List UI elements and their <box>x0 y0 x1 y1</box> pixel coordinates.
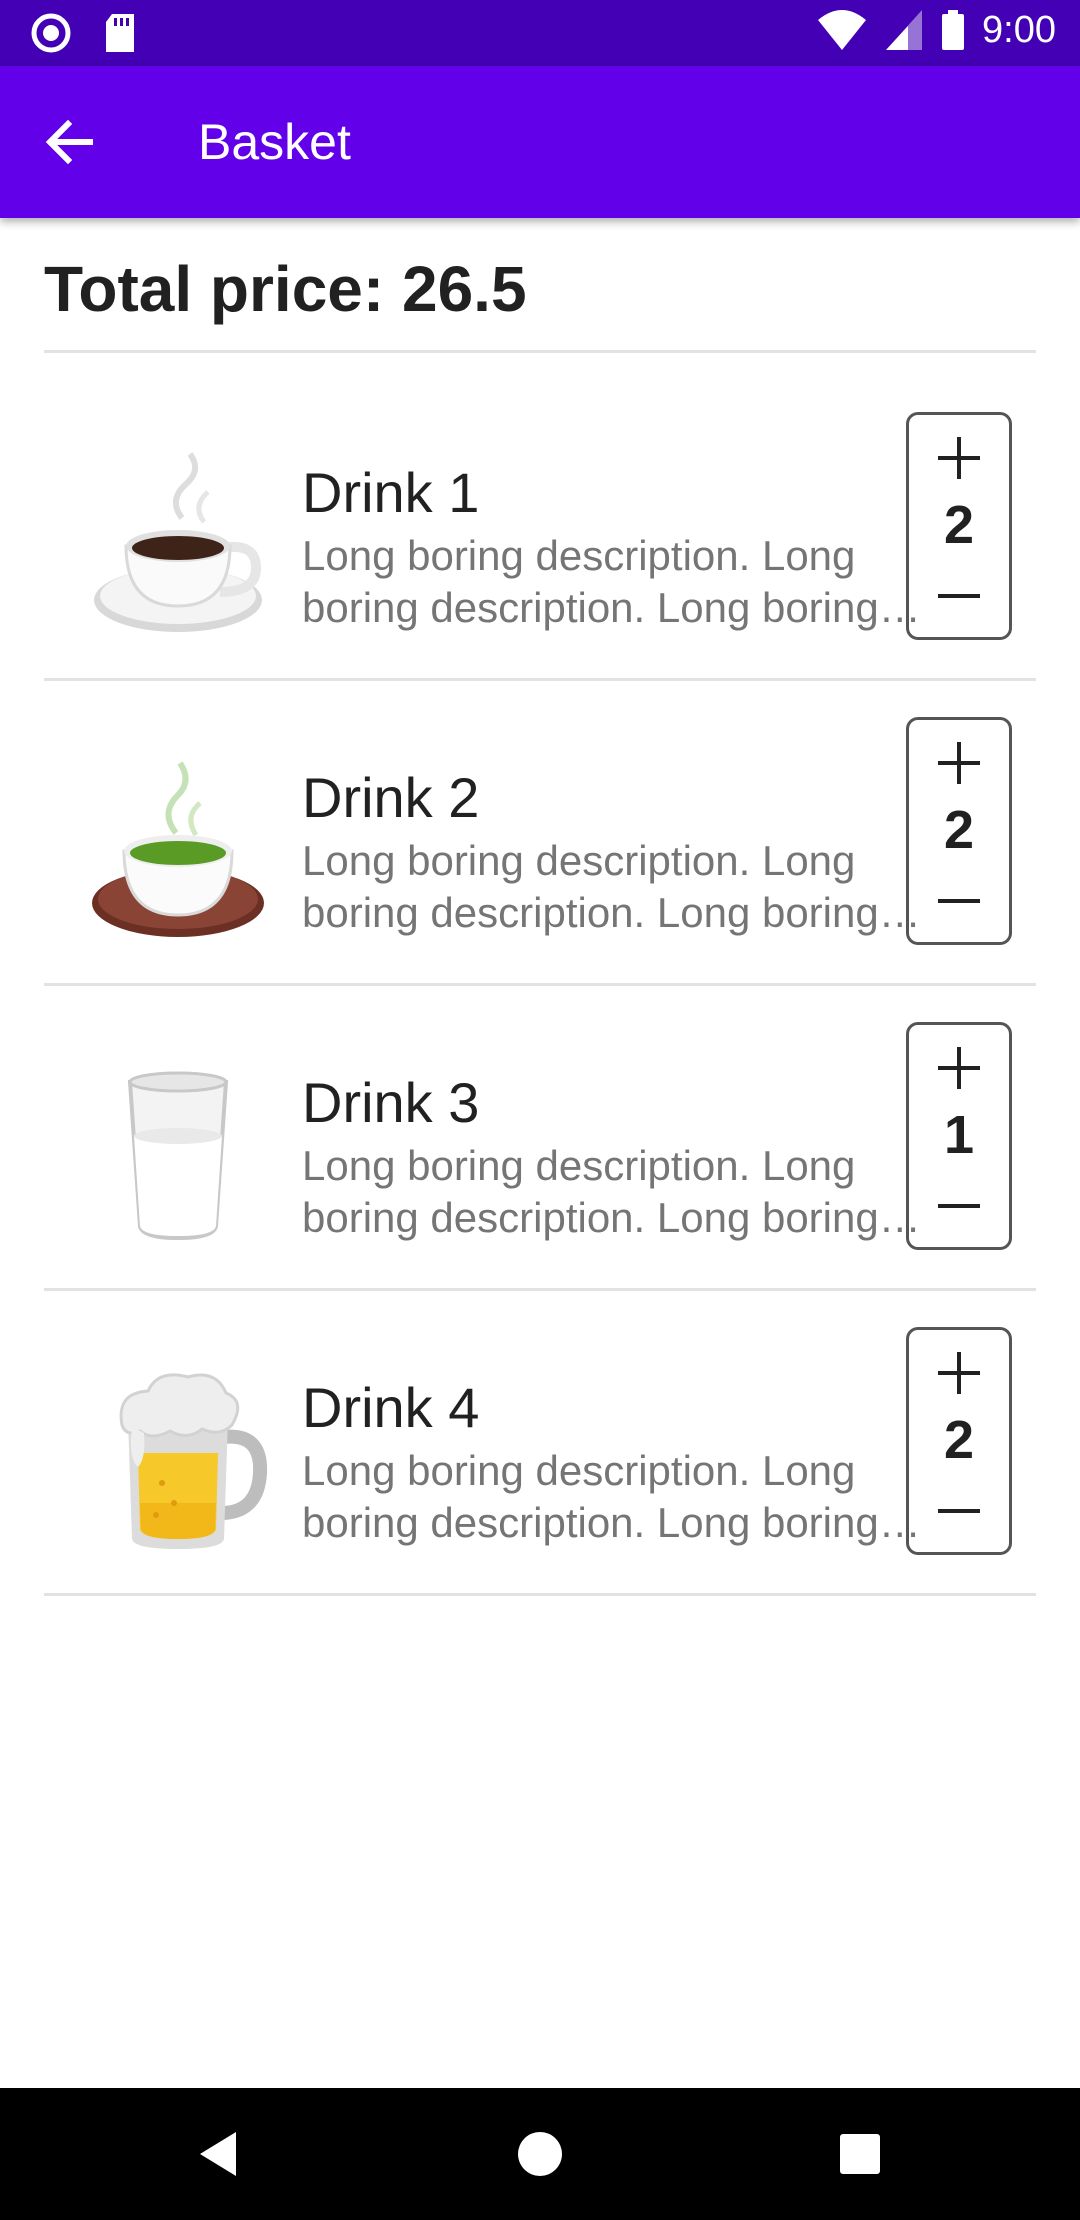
plus-icon <box>938 1352 980 1394</box>
nav-recents-button[interactable] <box>830 2124 890 2184</box>
home-circle-icon <box>518 2132 562 2176</box>
quantity-value: 1 <box>943 1105 975 1165</box>
basket-item: Drink 4 Long boring description. Long bo… <box>44 1313 1036 1615</box>
divider <box>44 1593 1036 1596</box>
minus-icon <box>938 899 980 903</box>
item-description: Long boring description. Long boring des… <box>302 1447 879 1546</box>
hot-coffee-icon <box>92 448 292 648</box>
total-price: Total price: 26.5 <box>44 253 527 325</box>
wifi-icon <box>818 10 867 50</box>
item-description: Long boring description. Long boring des… <box>302 1142 879 1241</box>
recents-square-icon <box>840 2134 880 2174</box>
minus-icon <box>938 1204 980 1208</box>
minus-icon <box>938 1509 980 1513</box>
plus-icon <box>938 1047 980 1089</box>
status-bar: 9:00 <box>0 0 1080 66</box>
back-triangle-icon <box>200 2132 236 2176</box>
divider <box>44 983 1036 986</box>
quantity-value: 2 <box>943 800 975 860</box>
divider <box>44 1288 1036 1291</box>
quantity-value: 2 <box>943 495 975 555</box>
divider <box>44 678 1036 681</box>
item-name: Drink 2 <box>302 766 480 829</box>
increase-button[interactable] <box>909 726 1009 796</box>
status-time: 9:00 <box>982 8 1056 51</box>
signal-icon <box>886 10 923 50</box>
quantity-stepper: 2 <box>906 1327 1012 1555</box>
page-title: Basket <box>198 114 351 170</box>
increase-button[interactable] <box>909 1336 1009 1406</box>
basket-item: Drink 1 Long boring description. Long bo… <box>44 398 1036 700</box>
nav-back-button[interactable] <box>190 2124 250 2184</box>
quantity-value: 2 <box>943 1410 975 1470</box>
item-description: Long boring description. Long boring des… <box>302 837 879 936</box>
item-name: Drink 4 <box>302 1376 480 1439</box>
decrease-button[interactable] <box>909 1476 1009 1546</box>
decrease-button[interactable] <box>909 561 1009 631</box>
nav-home-button[interactable] <box>510 2124 570 2184</box>
plus-icon <box>938 742 980 784</box>
battery-icon <box>942 10 965 50</box>
app-bar: Basket <box>0 66 1080 218</box>
basket-item: Drink 2 Long boring description. Long bo… <box>44 703 1036 1005</box>
minus-icon <box>938 594 980 598</box>
quantity-stepper: 2 <box>906 717 1012 945</box>
decrease-button[interactable] <box>909 1171 1009 1241</box>
divider <box>44 350 1036 353</box>
quantity-stepper: 1 <box>906 1022 1012 1250</box>
navigation-bar <box>0 2088 1080 2220</box>
increase-button[interactable] <box>909 1031 1009 1101</box>
item-description: Long boring description. Long boring des… <box>302 532 879 631</box>
sd-card-icon <box>106 14 134 52</box>
increase-button[interactable] <box>909 421 1009 491</box>
item-name: Drink 3 <box>302 1071 480 1134</box>
green-tea-icon <box>92 753 292 953</box>
basket-item: Drink 3 Long boring description. Long bo… <box>44 1008 1036 1310</box>
plus-icon <box>938 437 980 479</box>
item-name: Drink 1 <box>302 461 480 524</box>
back-button[interactable] <box>40 112 110 172</box>
quantity-stepper: 2 <box>906 412 1012 640</box>
record-icon <box>31 13 71 53</box>
decrease-button[interactable] <box>909 866 1009 936</box>
glass-of-milk-icon <box>92 1058 292 1258</box>
arrow-back-icon <box>45 119 93 165</box>
beer-mug-icon <box>92 1363 292 1563</box>
